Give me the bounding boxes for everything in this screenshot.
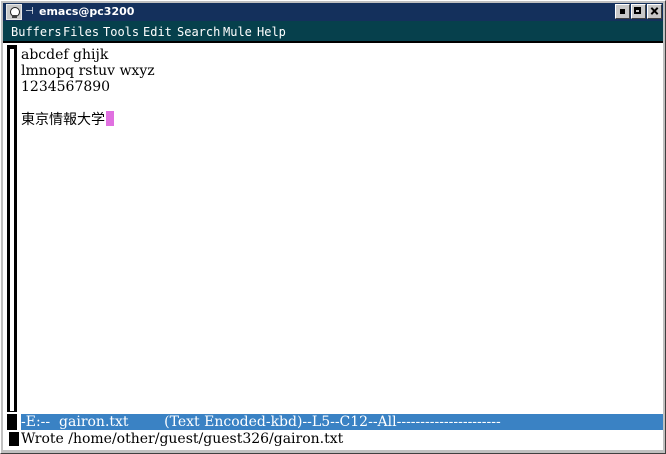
menu-edit[interactable]: Edit bbox=[143, 24, 172, 40]
menu-search[interactable]: Search bbox=[177, 24, 220, 40]
emacs-window: ⊣ emacs@pc3200 Buffers Files Tools Edit … bbox=[0, 0, 666, 454]
menu-help[interactable]: Help bbox=[257, 24, 286, 40]
buffer-line bbox=[21, 95, 155, 111]
mode-line-text: -E:-- gairon.txt (Text Encoded-kbd)--L5-… bbox=[21, 414, 501, 430]
window-menu-icon[interactable]: ⊣ bbox=[25, 5, 34, 19]
buffer-line-current: 東京情報大学 bbox=[21, 111, 155, 128]
minimize-icon[interactable] bbox=[615, 4, 630, 19]
buffer-text[interactable]: abcdef ghijk lmnopq rstuv wxyz 123456789… bbox=[21, 47, 155, 128]
skull-icon[interactable] bbox=[6, 4, 22, 20]
text-cursor bbox=[106, 111, 114, 126]
echo-area[interactable]: Wrote /home/other/guest/guest326/gairon.… bbox=[3, 430, 663, 450]
menu-mule[interactable]: Mule bbox=[223, 24, 252, 40]
echo-message: Wrote /home/other/guest/guest326/gairon.… bbox=[21, 431, 344, 447]
buffer-line-text: 東京情報大学 bbox=[21, 112, 105, 128]
buffer-line: lmnopq rstuv wxyz bbox=[21, 63, 155, 79]
mode-line[interactable]: -E:-- gairon.txt (Text Encoded-kbd)--L5-… bbox=[3, 414, 663, 430]
window-title: emacs@pc3200 bbox=[39, 5, 135, 18]
mode-line-fringe bbox=[7, 414, 17, 430]
menu-bar: Buffers Files Tools Edit Search Mule Hel… bbox=[3, 21, 663, 43]
buffer-line: 1234567890 bbox=[21, 79, 111, 95]
minibuffer-fringe bbox=[9, 432, 19, 446]
menu-files[interactable]: Files bbox=[63, 24, 99, 40]
maximize-icon[interactable] bbox=[631, 4, 646, 19]
vertical-scrollbar[interactable] bbox=[7, 45, 17, 412]
close-icon[interactable] bbox=[647, 4, 662, 19]
editor-buffer[interactable]: abcdef ghijk lmnopq rstuv wxyz 123456789… bbox=[3, 43, 663, 414]
title-bar[interactable]: ⊣ emacs@pc3200 bbox=[3, 3, 663, 21]
buffer-line: abcdef ghijk bbox=[21, 47, 109, 63]
scrollbar-thumb[interactable] bbox=[10, 49, 14, 411]
menu-buffers[interactable]: Buffers bbox=[11, 24, 62, 40]
menu-tools[interactable]: Tools bbox=[103, 24, 139, 40]
